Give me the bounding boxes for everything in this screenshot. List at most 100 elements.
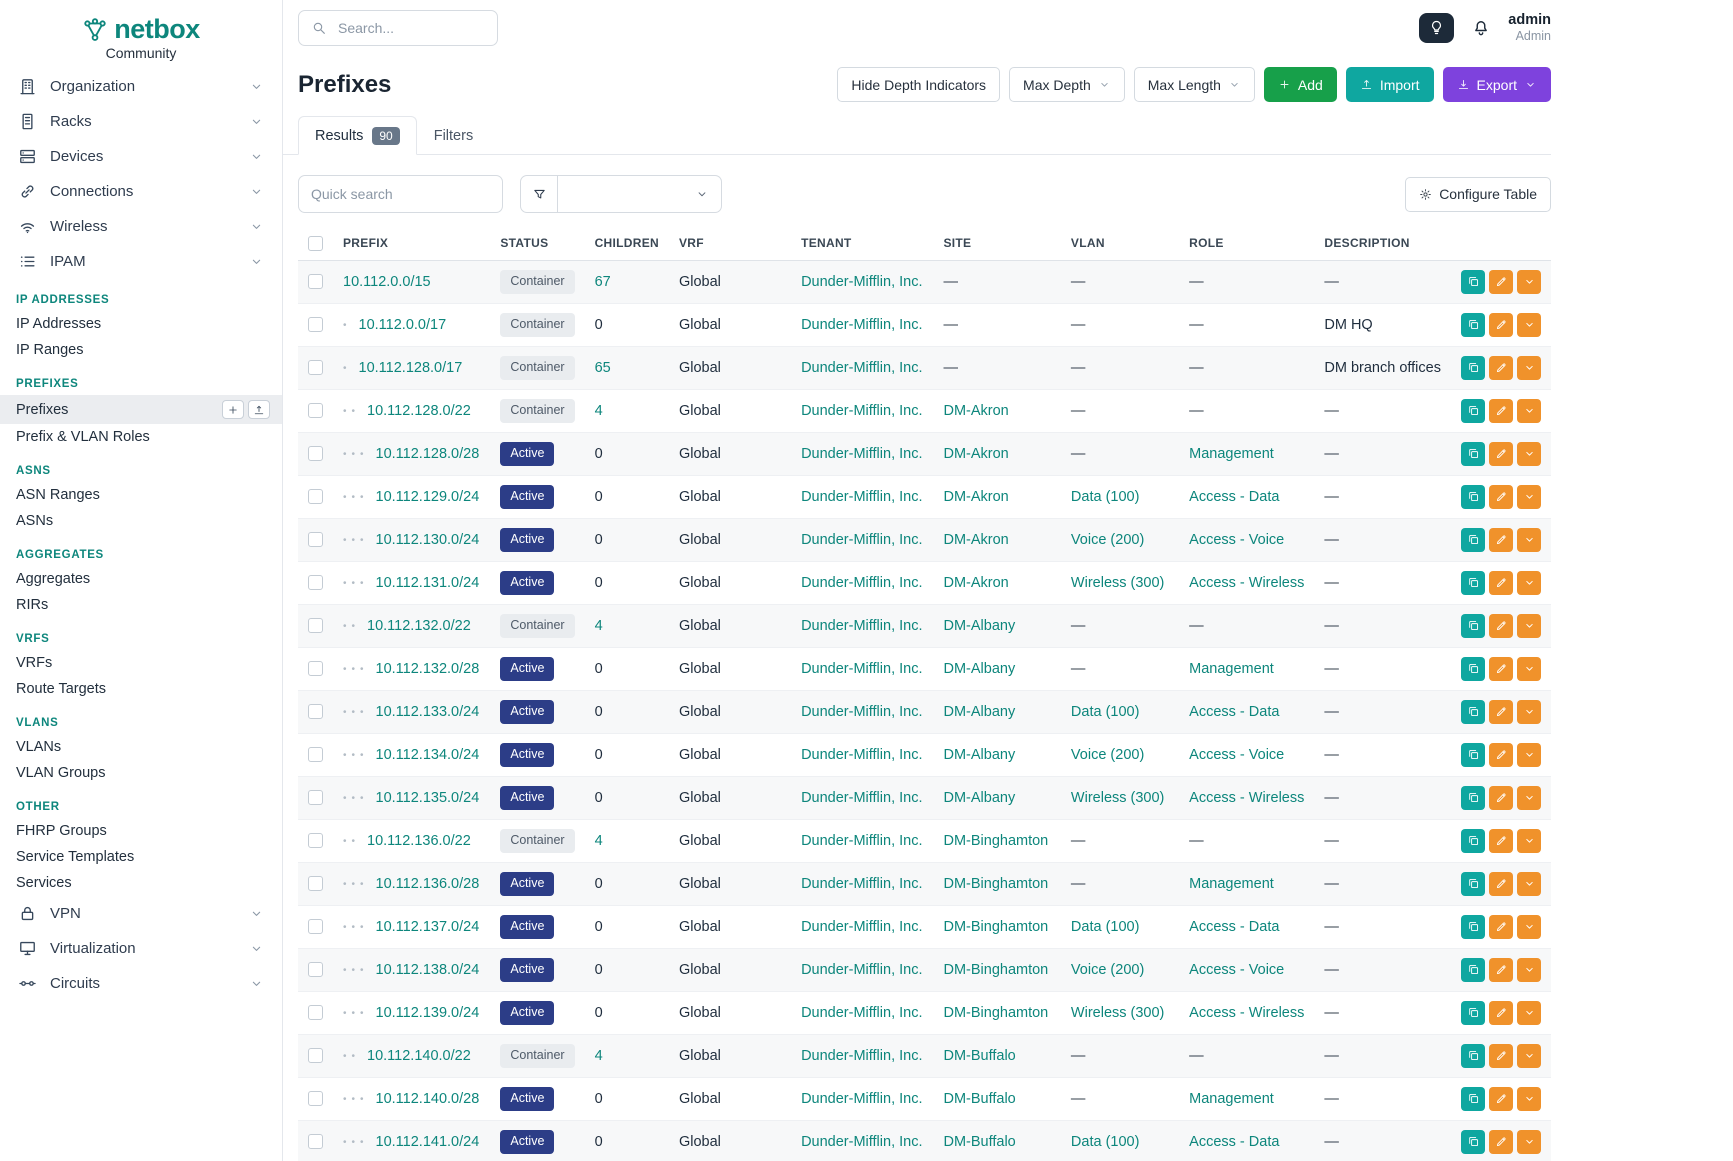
row-checkbox[interactable] <box>308 317 323 332</box>
row-checkbox[interactable] <box>308 1134 323 1149</box>
row-menu-button[interactable] <box>1517 700 1541 724</box>
copy-button[interactable] <box>1461 1044 1485 1068</box>
quick-search-input[interactable] <box>298 175 503 213</box>
sidebar-item-asns[interactable]: ASNs <box>0 508 282 534</box>
vlan-link[interactable]: Voice (200) <box>1071 747 1144 763</box>
global-search-input[interactable] <box>336 19 485 37</box>
prefix-link[interactable]: 10.112.132.0/28 <box>376 661 480 677</box>
row-checkbox[interactable] <box>308 618 323 633</box>
row-checkbox[interactable] <box>308 1005 323 1020</box>
role-link[interactable]: Access - Data <box>1189 919 1279 935</box>
row-checkbox[interactable] <box>308 532 323 547</box>
sidebar-item-prefix-vlan-roles[interactable]: Prefix & VLAN Roles <box>0 424 282 450</box>
edit-button[interactable] <box>1489 829 1513 853</box>
column-header-status[interactable]: STATUS <box>490 227 584 260</box>
tenant-link[interactable]: Dunder-Mifflin, Inc. <box>801 618 922 634</box>
prefix-link[interactable]: 10.112.133.0/24 <box>376 704 480 720</box>
site-link[interactable]: DM-Albany <box>943 747 1015 763</box>
row-menu-button[interactable] <box>1517 657 1541 681</box>
column-header-vlan[interactable]: VLAN <box>1061 227 1179 260</box>
row-menu-button[interactable] <box>1517 614 1541 638</box>
sidebar-item-vpn[interactable]: VPN <box>0 896 282 931</box>
site-link[interactable]: DM-Akron <box>943 489 1008 505</box>
sidebar-item-vlan-groups[interactable]: VLAN Groups <box>0 760 282 786</box>
row-checkbox[interactable] <box>308 790 323 805</box>
edit-button[interactable] <box>1489 700 1513 724</box>
sidebar-item-circuits[interactable]: Circuits <box>0 966 282 1001</box>
site-link[interactable]: DM-Binghamton <box>943 1005 1048 1021</box>
edit-button[interactable] <box>1489 1044 1513 1068</box>
row-menu-button[interactable] <box>1517 442 1541 466</box>
row-menu-button[interactable] <box>1517 313 1541 337</box>
tab-filters[interactable]: Filters <box>417 116 490 155</box>
import-button[interactable]: Import <box>1346 67 1434 102</box>
prefix-link[interactable]: 10.112.129.0/24 <box>376 489 480 505</box>
children-count-link[interactable]: 67 <box>595 274 611 290</box>
prefix-link[interactable]: 10.112.136.0/22 <box>367 833 471 849</box>
role-link[interactable]: Access - Wireless <box>1189 1005 1304 1021</box>
role-link[interactable]: Access - Data <box>1189 489 1279 505</box>
role-link[interactable]: Management <box>1189 446 1274 462</box>
site-link[interactable]: DM-Akron <box>943 575 1008 591</box>
tenant-link[interactable]: Dunder-Mifflin, Inc. <box>801 403 922 419</box>
max-depth-button[interactable]: Max Depth <box>1009 67 1125 102</box>
edit-button[interactable] <box>1489 614 1513 638</box>
column-header-vrf[interactable]: VRF <box>669 227 791 260</box>
column-header-children[interactable]: CHILDREN <box>585 227 669 260</box>
row-checkbox[interactable] <box>308 704 323 719</box>
row-checkbox[interactable] <box>308 575 323 590</box>
site-link[interactable]: DM-Buffalo <box>943 1134 1015 1150</box>
sidebar-item-ip-ranges[interactable]: IP Ranges <box>0 337 282 363</box>
row-checkbox[interactable] <box>308 747 323 762</box>
sidebar-quick-import-button[interactable] <box>248 400 270 419</box>
tenant-link[interactable]: Dunder-Mifflin, Inc. <box>801 919 922 935</box>
sidebar-item-service-templates[interactable]: Service Templates <box>0 844 282 870</box>
sidebar-item-prefixes[interactable]: Prefixes <box>0 395 282 424</box>
row-menu-button[interactable] <box>1517 1130 1541 1154</box>
sidebar-item-vrfs[interactable]: VRFs <box>0 650 282 676</box>
copy-button[interactable] <box>1461 700 1485 724</box>
vlan-link[interactable]: Wireless (300) <box>1071 575 1164 591</box>
row-menu-button[interactable] <box>1517 786 1541 810</box>
children-count-link[interactable]: 4 <box>595 1048 603 1064</box>
tenant-link[interactable]: Dunder-Mifflin, Inc. <box>801 274 922 290</box>
hide-depth-indicators-button[interactable]: Hide Depth Indicators <box>837 67 1000 102</box>
site-link[interactable]: DM-Akron <box>943 532 1008 548</box>
copy-button[interactable] <box>1461 829 1485 853</box>
edit-button[interactable] <box>1489 528 1513 552</box>
tenant-link[interactable]: Dunder-Mifflin, Inc. <box>801 1091 922 1107</box>
role-link[interactable]: Access - Voice <box>1189 747 1284 763</box>
role-link[interactable]: Management <box>1189 1091 1274 1107</box>
site-link[interactable]: DM-Akron <box>943 446 1008 462</box>
prefix-link[interactable]: 10.112.130.0/24 <box>376 532 480 548</box>
select-all-checkbox[interactable] <box>308 236 323 251</box>
prefix-link[interactable]: 10.112.128.0/22 <box>367 403 471 419</box>
column-header-role[interactable]: ROLE <box>1179 227 1314 260</box>
prefix-link[interactable]: 10.112.0.0/15 <box>343 274 431 290</box>
column-header-prefix[interactable]: PREFIX <box>333 227 490 260</box>
tenant-link[interactable]: Dunder-Mifflin, Inc. <box>801 747 922 763</box>
row-menu-button[interactable] <box>1517 1044 1541 1068</box>
row-checkbox[interactable] <box>308 876 323 891</box>
role-link[interactable]: Management <box>1189 876 1274 892</box>
sidebar-quick-add-button[interactable] <box>222 400 244 419</box>
tenant-link[interactable]: Dunder-Mifflin, Inc. <box>801 833 922 849</box>
row-checkbox[interactable] <box>308 489 323 504</box>
edit-button[interactable] <box>1489 786 1513 810</box>
tenant-link[interactable]: Dunder-Mifflin, Inc. <box>801 876 922 892</box>
prefix-link[interactable]: 10.112.135.0/24 <box>376 790 480 806</box>
children-count-link[interactable]: 4 <box>595 833 603 849</box>
sidebar-item-vlans[interactable]: VLANs <box>0 734 282 760</box>
vlan-link[interactable]: Data (100) <box>1071 1134 1140 1150</box>
vlan-link[interactable]: Voice (200) <box>1071 532 1144 548</box>
role-link[interactable]: Access - Voice <box>1189 962 1284 978</box>
edit-button[interactable] <box>1489 657 1513 681</box>
add-button[interactable]: Add <box>1264 67 1337 102</box>
sidebar-item-racks[interactable]: Racks <box>0 104 282 139</box>
copy-button[interactable] <box>1461 571 1485 595</box>
site-link[interactable]: DM-Akron <box>943 403 1008 419</box>
row-menu-button[interactable] <box>1517 958 1541 982</box>
column-header-site[interactable]: SITE <box>933 227 1060 260</box>
row-checkbox[interactable] <box>308 962 323 977</box>
role-link[interactable]: Access - Voice <box>1189 532 1284 548</box>
